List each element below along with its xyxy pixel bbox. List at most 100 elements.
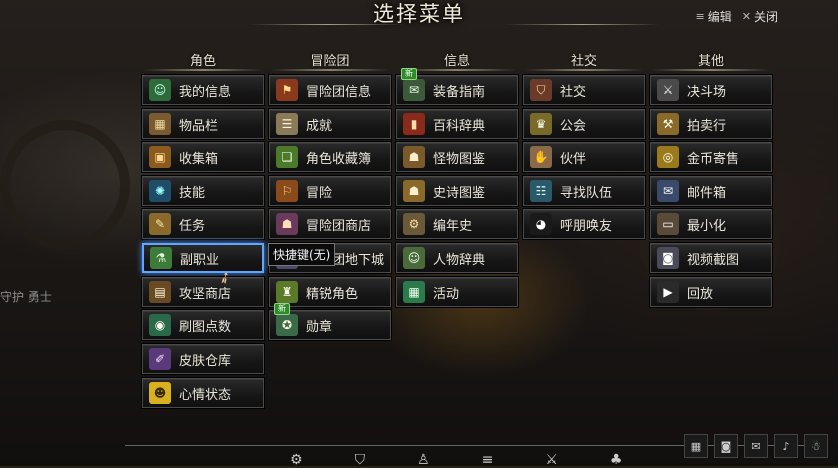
menu-item-call-friends[interactable]: ◕ 呼朋唤友	[523, 209, 645, 239]
menu-item-label: 呼朋唤友	[560, 218, 613, 234]
menu-item-dungeon-points[interactable]: ◉ 刷图点数	[142, 310, 264, 340]
corner-hud: ▦ ◙ ✉ ♪ ☃	[684, 434, 828, 458]
menu-item-gold-consignment[interactable]: ◎ 金币寄售	[650, 142, 772, 172]
edit-label: 编辑	[707, 10, 732, 24]
menu-item-label: 精锐角色	[306, 286, 359, 302]
medal-icon: ✪	[276, 314, 298, 336]
menu-item-collection-box[interactable]: ▣ 收集箱	[142, 142, 264, 172]
menu-item-label: 任务	[179, 218, 206, 234]
menu-item-label: 我的信息	[179, 84, 232, 100]
cards-icon: ❏	[276, 146, 298, 168]
penguin-icon: ◕	[530, 213, 552, 235]
minimize-icon: ▭	[657, 213, 679, 235]
menu-item-label: 视频截图	[687, 252, 740, 268]
menu-item-character-album[interactable]: ❏ 角色收藏簿	[269, 142, 391, 172]
column-header-info: 信息	[396, 50, 518, 71]
menu-item-label: 装备指南	[433, 84, 486, 100]
new-badge: 新	[401, 68, 417, 80]
menu-item-minimize[interactable]: ▭ 最小化	[650, 209, 772, 239]
menu-item-skills[interactable]: ✺ 技能	[142, 176, 264, 206]
video-icon[interactable]: ◙	[714, 434, 738, 458]
menu-item-label: 社交	[560, 84, 587, 100]
menu-item-raid-shop[interactable]: ▤ 攻坚商店	[142, 277, 264, 307]
menu-item-sub-job[interactable]: ⚗ 副职业	[142, 243, 264, 273]
shortcut-tooltip: 快捷键(无)	[268, 243, 336, 266]
menu-item-people-dictionary[interactable]: ☺ 人物辞典	[396, 243, 518, 273]
menu-item-label: 最小化	[687, 218, 727, 234]
edit-button[interactable]: ≡ 编辑	[696, 8, 732, 25]
menu-item-label: 刷图点数	[179, 319, 232, 335]
new-badge: 新	[274, 303, 290, 315]
skill-icon: ✺	[149, 180, 171, 202]
potion-icon: ⚗	[150, 247, 172, 269]
menu-item-events[interactable]: ▦ 活动	[396, 277, 518, 307]
coins-icon: ◎	[657, 146, 679, 168]
menu-item-adventure-info[interactable]: ⚑ 冒险团信息	[269, 75, 391, 105]
menu-item-auction-house[interactable]: ⚒ 拍卖行	[650, 109, 772, 139]
menu-item-label: 冒险团商店	[306, 218, 372, 234]
menu-item-skin-storage[interactable]: ✐ 皮肤仓库	[142, 344, 264, 374]
replay-icon: ▶	[657, 281, 679, 303]
menu-item-arena[interactable]: ⚔ 决斗场	[650, 75, 772, 105]
menu-item-label: 心情状态	[179, 387, 232, 403]
menu-item-label: 编年史	[433, 218, 473, 234]
title-divider	[250, 24, 405, 25]
menu-item-label: 百科辞典	[433, 118, 486, 134]
menu-item-label: 活动	[433, 286, 460, 302]
elite-icon: ♜	[276, 281, 298, 303]
title-divider	[505, 24, 660, 25]
menu-item-label: 拍卖行	[687, 118, 727, 134]
epic-book-icon: ☗	[403, 180, 425, 202]
menu-item-label: 角色收藏簿	[306, 151, 372, 167]
shop-icon: ▤	[149, 281, 171, 303]
quest-icon: ✎	[149, 213, 171, 235]
menu-item-quests[interactable]: ✎ 任务	[142, 209, 264, 239]
menu-item-social[interactable]: ⛉ 社交	[523, 75, 645, 105]
list-icon: ≡	[695, 10, 705, 23]
menu-item-encyclopedia[interactable]: ▮ 百科辞典	[396, 109, 518, 139]
menu-item-my-info[interactable]: ☺ 我的信息	[142, 75, 264, 105]
menu-item-label: 邮件箱	[687, 185, 727, 201]
menu-item-achievements[interactable]: ☰ 成就	[269, 109, 391, 139]
chronicle-icon: ⚙	[403, 213, 425, 235]
menu-item-label: 冒险团信息	[306, 84, 372, 100]
menu-item-adventure[interactable]: ⚐ 冒险	[269, 176, 391, 206]
menu-item-medals[interactable]: 新 ✪ 勋章	[269, 303, 391, 340]
menu-item-chronicle[interactable]: ⚙ 编年史	[396, 209, 518, 239]
menu-item-label: 冒险	[306, 185, 333, 201]
menu-item-find-party[interactable]: ☷ 寻找队伍	[523, 176, 645, 206]
menu-item-label: 副职业	[180, 252, 220, 268]
menu-item-mailbox[interactable]: ✉ 邮件箱	[650, 176, 772, 206]
calendar-icon: ▦	[403, 281, 425, 303]
merchant-icon: ☗	[276, 213, 298, 235]
menu-item-label: 公会	[560, 118, 587, 134]
close-label: 关闭	[753, 10, 778, 24]
menu-item-label: 寻找队伍	[560, 185, 613, 201]
bell-icon[interactable]: ♪	[774, 434, 798, 458]
party-icon: ☷	[530, 180, 552, 202]
flag-icon: ⚐	[276, 180, 298, 202]
social-icon: ⛉	[530, 79, 552, 101]
pet-icon[interactable]: ☃	[804, 434, 828, 458]
close-button[interactable]: ✕ 关闭	[742, 8, 778, 25]
person-icon: ☺	[149, 79, 171, 101]
menu-item-replay[interactable]: ▶ 回放	[650, 277, 772, 307]
scroll-icon: ☰	[276, 113, 298, 135]
menu-item-label: 回放	[687, 286, 714, 302]
menu-item-partners[interactable]: ✋ 伙伴	[523, 142, 645, 172]
menu-item-mood-status[interactable]: ☻ 心情状态	[142, 378, 264, 408]
menu-item-inventory[interactable]: ▦ 物品栏	[142, 109, 264, 139]
brush-icon: ✐	[149, 348, 171, 370]
menu-item-video-capture[interactable]: ◙ 视频截图	[650, 243, 772, 273]
points-icon: ◉	[149, 314, 171, 336]
column-header-other: 其他	[650, 50, 772, 71]
menu-item-guild[interactable]: ♛ 公会	[523, 109, 645, 139]
map-icon[interactable]: ▦	[684, 434, 708, 458]
menu-item-equipment-guide[interactable]: 新 ✉ 装备指南	[396, 68, 518, 105]
chat-icon[interactable]: ✉	[744, 434, 768, 458]
menu-controls: ≡ 编辑 ✕ 关闭	[696, 8, 778, 25]
menu-item-monster-codex[interactable]: ☗ 怪物图鉴	[396, 142, 518, 172]
column-header-character: 角色	[142, 50, 264, 71]
menu-item-epic-codex[interactable]: ☗ 史诗图鉴	[396, 176, 518, 206]
menu-item-adventure-shop[interactable]: ☗ 冒险团商店	[269, 209, 391, 239]
